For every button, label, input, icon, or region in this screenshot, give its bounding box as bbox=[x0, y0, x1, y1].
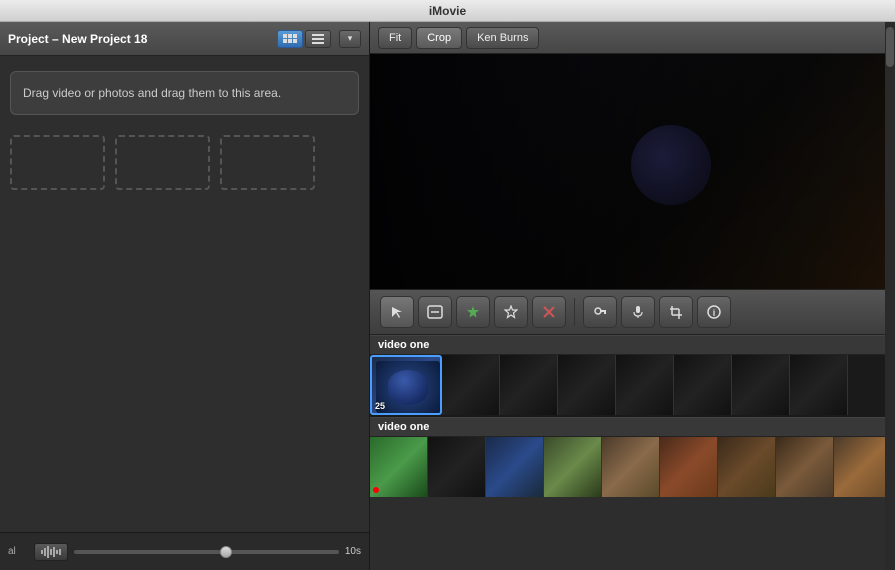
timeline-label: al bbox=[8, 546, 28, 557]
bottom-toolbar: i bbox=[370, 289, 895, 335]
svg-text:i: i bbox=[713, 308, 716, 318]
fs2-item-9[interactable] bbox=[834, 437, 892, 497]
mic-button[interactable] bbox=[621, 296, 655, 328]
second-event: video one Friday, December 9, 2011 bbox=[370, 415, 895, 497]
select-tool-button[interactable] bbox=[418, 296, 452, 328]
fit-button[interactable]: Fit bbox=[378, 27, 412, 49]
clip-placeholder-1 bbox=[10, 135, 105, 190]
film-strip-item-3[interactable] bbox=[500, 355, 558, 415]
reject-button[interactable] bbox=[532, 296, 566, 328]
event-name-2: video one bbox=[378, 421, 895, 433]
film-strip-item-7[interactable] bbox=[732, 355, 790, 415]
app-title: iMovie bbox=[429, 4, 466, 18]
scrollbar-thumb[interactable] bbox=[886, 27, 894, 67]
fs2-item-2[interactable] bbox=[428, 437, 486, 497]
event-header-1: video one Friday, July 20, 2012 bbox=[370, 335, 895, 355]
film-strip-item-8[interactable] bbox=[790, 355, 848, 415]
crop-tool-button[interactable] bbox=[659, 296, 693, 328]
timeline-slider[interactable] bbox=[74, 550, 339, 554]
drop-area: Drag video or photos and drag them to th… bbox=[10, 71, 359, 115]
fs2-item-5[interactable] bbox=[602, 437, 660, 497]
video-content: DreamWorks bbox=[370, 54, 895, 289]
info-button[interactable]: i bbox=[697, 296, 731, 328]
title-bar: iMovie bbox=[0, 0, 895, 22]
scrollbar[interactable] bbox=[885, 22, 895, 570]
drop-text-main: video or photos and drag them to this ar… bbox=[52, 86, 281, 100]
main-layout: Project – New Project 18 ▾ Drag video or… bbox=[0, 22, 895, 570]
fs2-item-7[interactable] bbox=[718, 437, 776, 497]
timeline-controls: al 10s bbox=[0, 532, 369, 570]
event-area: video one Friday, July 20, 2012 25 bbox=[370, 335, 895, 570]
dropdown-button[interactable]: ▾ bbox=[339, 30, 361, 48]
clip-placeholders bbox=[0, 135, 369, 190]
event-header-2: video one Friday, December 9, 2011 bbox=[370, 417, 895, 437]
view-toggle-group bbox=[277, 30, 331, 48]
film-strip-item-4[interactable] bbox=[558, 355, 616, 415]
fs2-item-4[interactable] bbox=[544, 437, 602, 497]
fs2-item-1[interactable] bbox=[370, 437, 428, 497]
featured-clip[interactable]: 25 bbox=[370, 355, 442, 415]
clip-placeholder-3 bbox=[220, 135, 315, 190]
project-title: Project – New Project 18 bbox=[8, 32, 269, 46]
list-view-button[interactable] bbox=[305, 30, 331, 48]
key-button[interactable] bbox=[583, 296, 617, 328]
right-panel: Fit Crop Ken Burns ↺ ↻ ⊢ Done Rotate cli… bbox=[370, 22, 895, 570]
fs2-item-8[interactable] bbox=[776, 437, 834, 497]
event-name-1: video one bbox=[378, 339, 895, 351]
fs2-item-6[interactable] bbox=[660, 437, 718, 497]
film-strip-item-2[interactable] bbox=[442, 355, 500, 415]
film-strip-1: 25 bbox=[370, 355, 895, 415]
left-panel: Project – New Project 18 ▾ Drag video or… bbox=[0, 22, 370, 570]
drop-text: Drag bbox=[23, 86, 52, 100]
fs2-item-3[interactable] bbox=[486, 437, 544, 497]
crop-button[interactable]: Crop bbox=[416, 27, 462, 49]
grid-view-button[interactable] bbox=[277, 30, 303, 48]
timeline-duration: 10s bbox=[345, 546, 361, 557]
clip-number: 25 bbox=[375, 401, 385, 411]
film-strip-item-6[interactable] bbox=[674, 355, 732, 415]
project-header: Project – New Project 18 ▾ bbox=[0, 22, 369, 56]
logo-circle bbox=[631, 125, 711, 205]
ken-burns-button[interactable]: Ken Burns bbox=[466, 27, 539, 49]
film-strip-2 bbox=[370, 437, 895, 497]
audio-wave-button[interactable] bbox=[34, 543, 68, 561]
toolbar-separator-1 bbox=[574, 298, 575, 326]
clip-placeholder-2 bbox=[115, 135, 210, 190]
video-toolbar: Fit Crop Ken Burns ↺ ↻ ⊢ Done bbox=[370, 22, 895, 54]
timeline-slider-thumb[interactable] bbox=[220, 546, 232, 558]
video-background: DreamWorks bbox=[370, 54, 895, 289]
film-strip-item-5[interactable] bbox=[616, 355, 674, 415]
unfavorite-button[interactable] bbox=[494, 296, 528, 328]
arrow-tool-button[interactable] bbox=[380, 296, 414, 328]
favorite-button[interactable] bbox=[456, 296, 490, 328]
